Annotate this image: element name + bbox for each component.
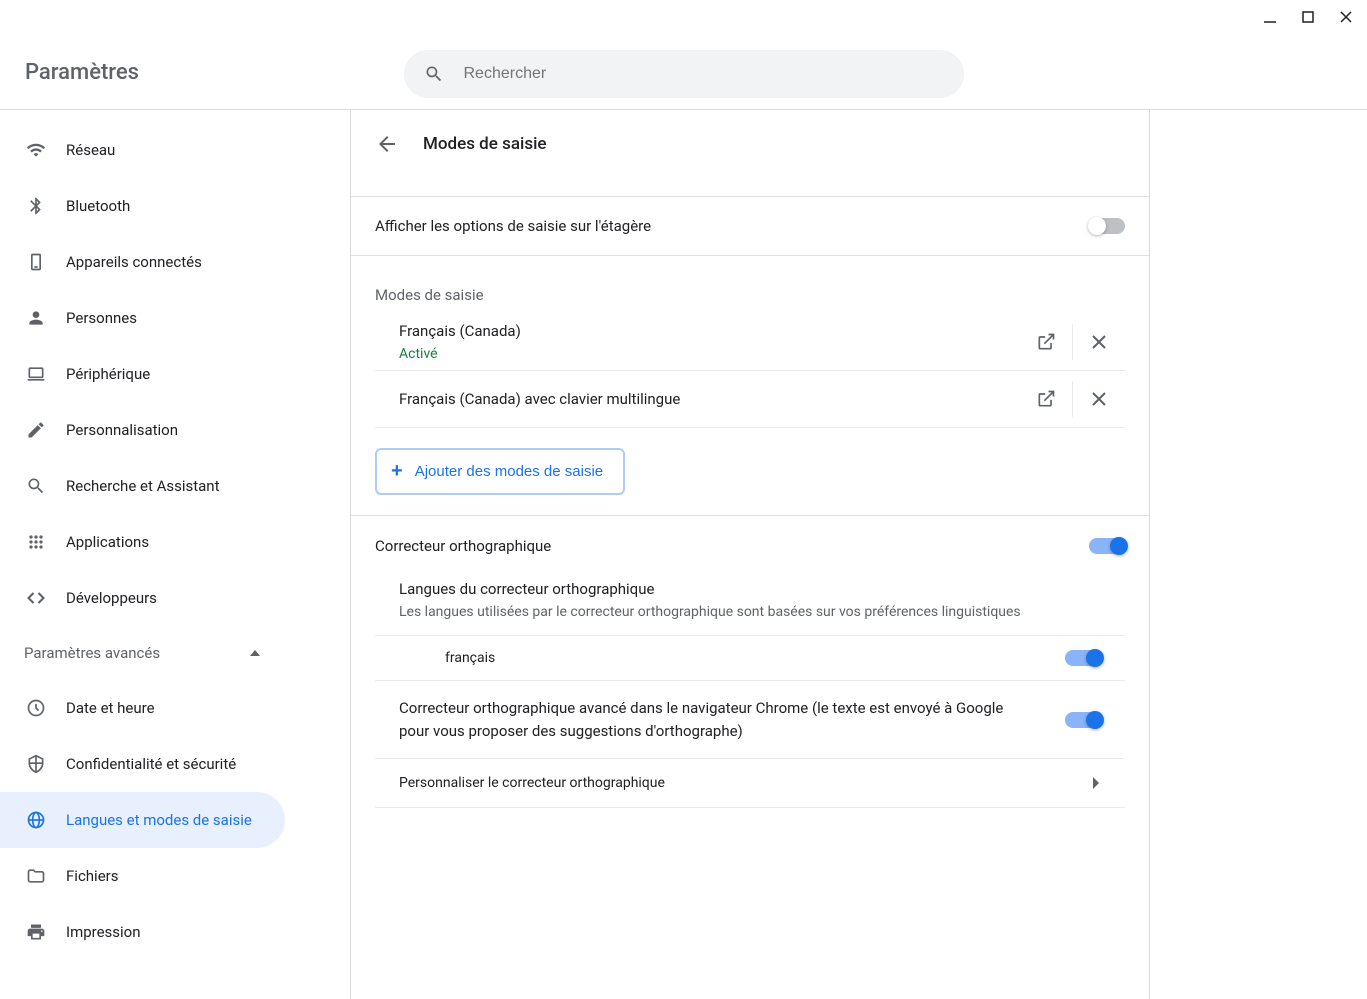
smartphone-icon (24, 252, 48, 272)
sidebar-item-languages[interactable]: Langues et modes de saisie (0, 792, 285, 848)
sidebar-item-connected-devices[interactable]: Appareils connectés (0, 234, 285, 290)
enhanced-spellcheck-row[interactable]: Correcteur orthographique avancé dans le… (375, 681, 1125, 759)
chevron-up-icon (250, 650, 260, 656)
input-method-name: Français (Canada) avec clavier multiling… (399, 390, 680, 408)
input-method-row: Français (Canada) Activé (375, 314, 1125, 371)
sidebar-item-developers[interactable]: Développeurs (0, 570, 285, 626)
sidebar-item-label: Bluetooth (66, 197, 130, 215)
shelf-option-toggle[interactable] (1089, 218, 1125, 234)
customize-spellcheck-label: Personnaliser le correcteur orthographiq… (399, 775, 665, 791)
sidebar-item-label: Impression (66, 923, 141, 941)
customize-spellcheck-row[interactable]: Personnaliser le correcteur orthographiq… (375, 759, 1125, 808)
search-icon (24, 476, 48, 496)
sidebar-item-device[interactable]: Périphérique (0, 346, 285, 402)
spellcheck-lang-row[interactable]: français (375, 636, 1125, 681)
search-icon (424, 64, 444, 84)
remove-input-method-button[interactable] (1073, 316, 1125, 368)
sidebar-item-privacy[interactable]: Confidentialité et sécurité (0, 736, 285, 792)
search-box[interactable] (404, 50, 964, 98)
sidebar-item-print[interactable]: Impression (0, 904, 285, 960)
input-method-name: Français (Canada) (399, 322, 521, 340)
spellcheck-lang-toggle[interactable] (1065, 650, 1101, 666)
sidebar-item-label: Confidentialité et sécurité (66, 755, 236, 773)
settings-panel: Modes de saisie Afficher les options de … (350, 110, 1150, 999)
sidebar-item-label: Périphérique (66, 365, 150, 383)
sidebar-advanced-label: Paramètres avancés (24, 644, 160, 662)
sidebar-item-label: Réseau (66, 141, 115, 159)
remove-input-method-button[interactable] (1073, 373, 1125, 425)
spellcheck-toggle[interactable] (1089, 538, 1125, 554)
sidebar-item-label: Fichiers (66, 867, 118, 885)
sidebar-item-apps[interactable]: Applications (0, 514, 285, 570)
enhanced-spellcheck-toggle[interactable] (1065, 712, 1101, 728)
shield-icon (24, 754, 48, 774)
folder-icon (24, 866, 48, 886)
bluetooth-icon (24, 196, 48, 216)
enhanced-spellcheck-label: Correcteur orthographique avancé dans le… (399, 699, 1003, 740)
person-icon (24, 308, 48, 328)
sidebar-item-label: Personnes (66, 309, 137, 327)
globe-icon (24, 810, 48, 830)
plus-icon: + (391, 460, 403, 483)
page-title: Modes de saisie (423, 134, 547, 154)
sidebar-item-personalization[interactable]: Personnalisation (0, 402, 285, 458)
sidebar-item-label: Développeurs (66, 589, 157, 607)
sidebar-item-datetime[interactable]: Date et heure (0, 680, 285, 736)
laptop-icon (24, 364, 48, 384)
open-external-button[interactable] (1020, 316, 1072, 368)
print-icon (24, 922, 48, 942)
spellcheck-langs-title: Langues du correcteur orthographique (399, 580, 1125, 598)
spellcheck-langs-desc: Les langues utilisées par le correcteur … (399, 602, 1125, 623)
section-input-methods-label: Modes de saisie (351, 256, 1149, 314)
code-icon (24, 588, 48, 608)
input-method-row: Français (Canada) avec clavier multiling… (375, 371, 1125, 428)
back-button[interactable] (375, 132, 399, 156)
chevron-right-icon (1093, 777, 1101, 789)
sidebar-item-people[interactable]: Personnes (0, 290, 285, 346)
sidebar-item-label: Recherche et Assistant (66, 477, 220, 495)
sidebar-advanced-toggle[interactable]: Paramètres avancés (0, 626, 300, 680)
add-input-method-button[interactable]: + Ajouter des modes de saisie (375, 448, 625, 495)
sidebar-item-bluetooth[interactable]: Bluetooth (0, 178, 285, 234)
edit-icon (24, 420, 48, 440)
app-title: Paramètres (25, 60, 139, 85)
spellcheck-row[interactable]: Correcteur orthographique (351, 516, 1149, 576)
spellcheck-lang-label: français (445, 650, 495, 666)
sidebar-item-label: Applications (66, 533, 149, 551)
spellcheck-title: Correcteur orthographique (375, 537, 551, 555)
sidebar-item-network[interactable]: Réseau (0, 122, 285, 178)
sidebar-item-files[interactable]: Fichiers (0, 848, 285, 904)
sidebar-item-label: Appareils connectés (66, 253, 202, 271)
shelf-option-row[interactable]: Afficher les options de saisie sur l'éta… (351, 196, 1149, 256)
clock-icon (24, 698, 48, 718)
sidebar-item-label: Langues et modes de saisie (66, 811, 252, 829)
open-external-button[interactable] (1020, 373, 1072, 425)
sidebar: Réseau Bluetooth Appareils connectés Per… (0, 110, 300, 999)
sidebar-item-label: Personnalisation (66, 421, 178, 439)
spellcheck-langs-info: Langues du correcteur orthographique Les… (375, 576, 1125, 636)
add-button-label: Ajouter des modes de saisie (415, 463, 603, 480)
sidebar-item-search-assistant[interactable]: Recherche et Assistant (0, 458, 285, 514)
wifi-icon (24, 140, 48, 160)
shelf-option-label: Afficher les options de saisie sur l'éta… (375, 217, 651, 235)
search-input[interactable] (464, 65, 944, 83)
apps-icon (24, 532, 48, 552)
sidebar-item-label: Date et heure (66, 699, 155, 717)
input-method-status: Activé (399, 346, 521, 362)
header: Paramètres (0, 0, 1367, 110)
